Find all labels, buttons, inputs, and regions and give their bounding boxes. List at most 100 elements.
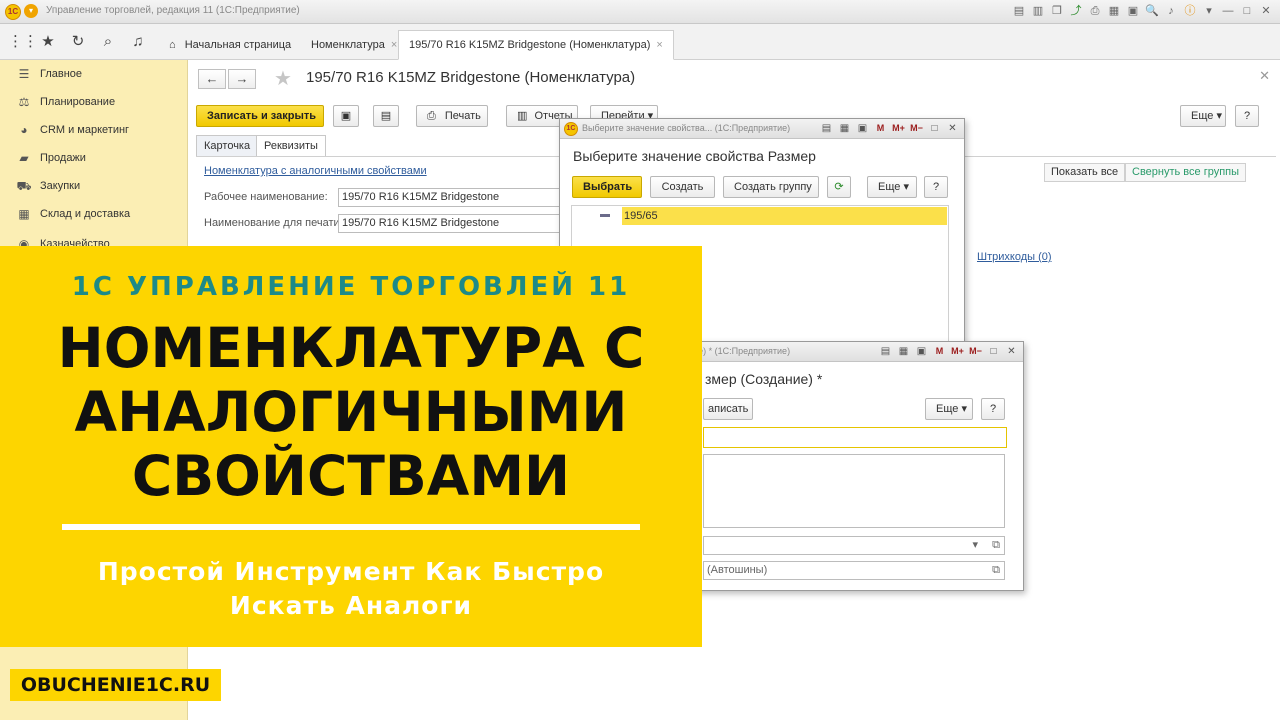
refresh-icon: ⟳ [834,181,844,193]
owner-select-field[interactable]: ▾ ⧉ [703,536,1005,555]
planning-icon: ⚖ [18,95,30,109]
print-button[interactable]: ⎙ Печать [416,105,488,127]
open-form-icon[interactable]: ⧉ [992,537,1000,554]
working-name-label: Рабочее наименование: [204,191,328,203]
chevron-down-icon[interactable]: ▾ [972,537,978,554]
document-icon[interactable]: ▥ [1030,3,1046,19]
favorites-star-icon[interactable]: ★ [38,32,58,52]
banner-headline-line-3: СВОЙСТВАМИ [131,444,571,508]
site-badge: OBUCHENIE1C.RU [10,669,221,701]
history-icon[interactable]: ⤴ [1068,3,1084,19]
window-title: Управление торговлей, редакция 11 (1С:Пр… [46,5,300,16]
calendar-icon[interactable]: ▣ [1125,3,1141,19]
table-icon[interactable]: ▦ [1106,3,1122,19]
info-icon[interactable]: ⓘ [1182,3,1198,19]
back-button[interactable]: ← [198,69,226,89]
document-button[interactable]: ▤ [373,105,399,127]
memory-minus-icon[interactable]: M− [909,121,924,136]
print-icon[interactable]: ⎙ [1087,3,1103,19]
help-button[interactable]: ? [981,398,1005,420]
zoom-icon[interactable]: 🔍 [1144,3,1160,19]
maximize-icon[interactable]: □ [986,344,1001,359]
promo-banner: 1С УПРАВЛЕНИЕ ТОРГОВЛЕЙ 11 НОМЕНКЛАТУРА … [0,246,702,647]
save-button[interactable]: аписать [703,398,753,420]
sidebar-item-sales[interactable]: ▰ Продажи [0,144,188,172]
close-icon[interactable]: ✕ [1259,68,1270,84]
maximize-icon[interactable]: □ [927,121,942,136]
memory-plus-icon[interactable]: M+ [891,121,906,136]
select-button[interactable]: Выбрать [572,176,642,198]
minimize-icon[interactable]: — [1220,3,1236,19]
memory-m-icon[interactable]: M [932,344,947,359]
history-icon[interactable]: ↻ [68,32,88,52]
list-item[interactable]: 195/65 [622,207,947,225]
close-icon[interactable]: ✕ [1004,344,1019,359]
1c-logo-icon: 1С [564,122,578,136]
more-button[interactable]: Еще ▾ [925,398,973,420]
collapse-groups-button[interactable]: Свернуть все группы [1125,163,1247,182]
banner-subtitle: 1С УПРАВЛЕНИЕ ТОРГОВЛЕЙ 11 [71,272,631,302]
chevron-down-icon[interactable]: ▾ [1201,3,1217,19]
close-icon[interactable]: × [391,39,397,51]
document-icon[interactable]: ▤ [878,344,893,359]
sidebar-item-purchases[interactable]: ⛟ Закупки [0,172,188,200]
show-all-button[interactable]: Показать все [1044,163,1126,182]
calendar-icon[interactable]: ▣ [914,344,929,359]
create-group-button[interactable]: Создать группу [723,176,819,198]
refresh-button[interactable]: ⟳ [827,176,851,198]
bell-icon[interactable]: ♫ [128,32,148,52]
help-button[interactable]: ? [924,176,948,198]
sidebar-item-main[interactable]: ☰ Главное [0,60,188,88]
calendar-icon[interactable]: ▣ [855,121,870,136]
tab-attributes[interactable]: Реквизиты [256,135,326,157]
home-icon: ⌂ [169,39,176,51]
sidebar-item-crm[interactable]: ◕ CRM и маркетинг [0,116,188,144]
memory-plus-icon[interactable]: M+ [950,344,965,359]
create-button[interactable]: Создать [650,176,715,198]
analog-items-link[interactable]: Номенклатура с аналогичными свойствами [204,165,427,177]
forward-button[interactable]: → [228,69,256,89]
table-icon[interactable]: ▦ [837,121,852,136]
description-field[interactable] [703,454,1005,528]
banner-divider [62,524,640,530]
more-button[interactable]: Еще ▾ [1180,105,1226,127]
more-button[interactable]: Еще ▾ [867,176,917,198]
working-name-field[interactable]: 195/70 R16 K15MZ Bridgestone [338,188,560,207]
calculator-icon[interactable]: ▤ [1011,3,1027,19]
search-icon[interactable]: ⌕ [98,32,118,52]
help-button[interactable]: ? [1235,105,1259,127]
tab-nomenclature[interactable]: Номенклатура × [300,30,408,60]
owner-field[interactable]: (Автошины) ⧉ [703,561,1005,580]
close-icon[interactable]: × [656,39,662,51]
print-name-field[interactable]: 195/70 R16 K15MZ Bridgestone [338,214,560,233]
apps-grid-icon[interactable]: ⋮⋮ [8,32,38,52]
open-form-icon[interactable]: ⧉ [992,562,1000,579]
save-button[interactable]: ▣ [333,105,359,127]
dialog-title-bar: оздание) * (1С:Предприятие) ▤ ▦ ▣ M M+ M… [665,342,1023,362]
sidebar-item-warehouse[interactable]: ▦ Склад и доставка [0,200,188,228]
size-create-dialog: оздание) * (1С:Предприятие) ▤ ▦ ▣ M M+ M… [664,341,1024,591]
name-field[interactable] [703,427,1007,448]
table-icon[interactable]: ▦ [896,344,911,359]
chevron-down-icon: ▾ [1216,110,1222,122]
close-icon[interactable]: ✕ [1258,3,1274,19]
banner-tagline-line-2: Искать Аналоги [229,591,473,620]
maximize-icon[interactable]: □ [1239,3,1255,19]
copy-icon[interactable]: ❐ [1049,3,1065,19]
memory-minus-icon[interactable]: M− [968,344,983,359]
document-icon: ▤ [380,110,392,122]
tab-card[interactable]: Карточка [196,135,259,157]
close-icon[interactable]: ✕ [945,121,960,136]
tab-item-form[interactable]: 195/70 R16 K15MZ Bridgestone (Номенклату… [398,30,674,60]
calculator-icon[interactable]: ▤ [819,121,834,136]
memory-m-icon[interactable]: M [873,121,888,136]
chevron-down-icon: ▾ [903,181,909,193]
bell-icon[interactable]: ♪ [1163,3,1179,19]
save-and-close-button[interactable]: Записать и закрыть [196,105,324,127]
1c-logo-icon: 1С [5,4,21,20]
main-menu-icon[interactable]: ▾ [24,4,38,18]
tab-home[interactable]: ⌂ Начальная страница [158,30,302,60]
barcodes-link[interactable]: Штрихкоды (0) [977,251,1052,263]
favorite-star-icon[interactable]: ★ [274,66,292,91]
sidebar-item-planning[interactable]: ⚖ Планирование [0,88,188,116]
